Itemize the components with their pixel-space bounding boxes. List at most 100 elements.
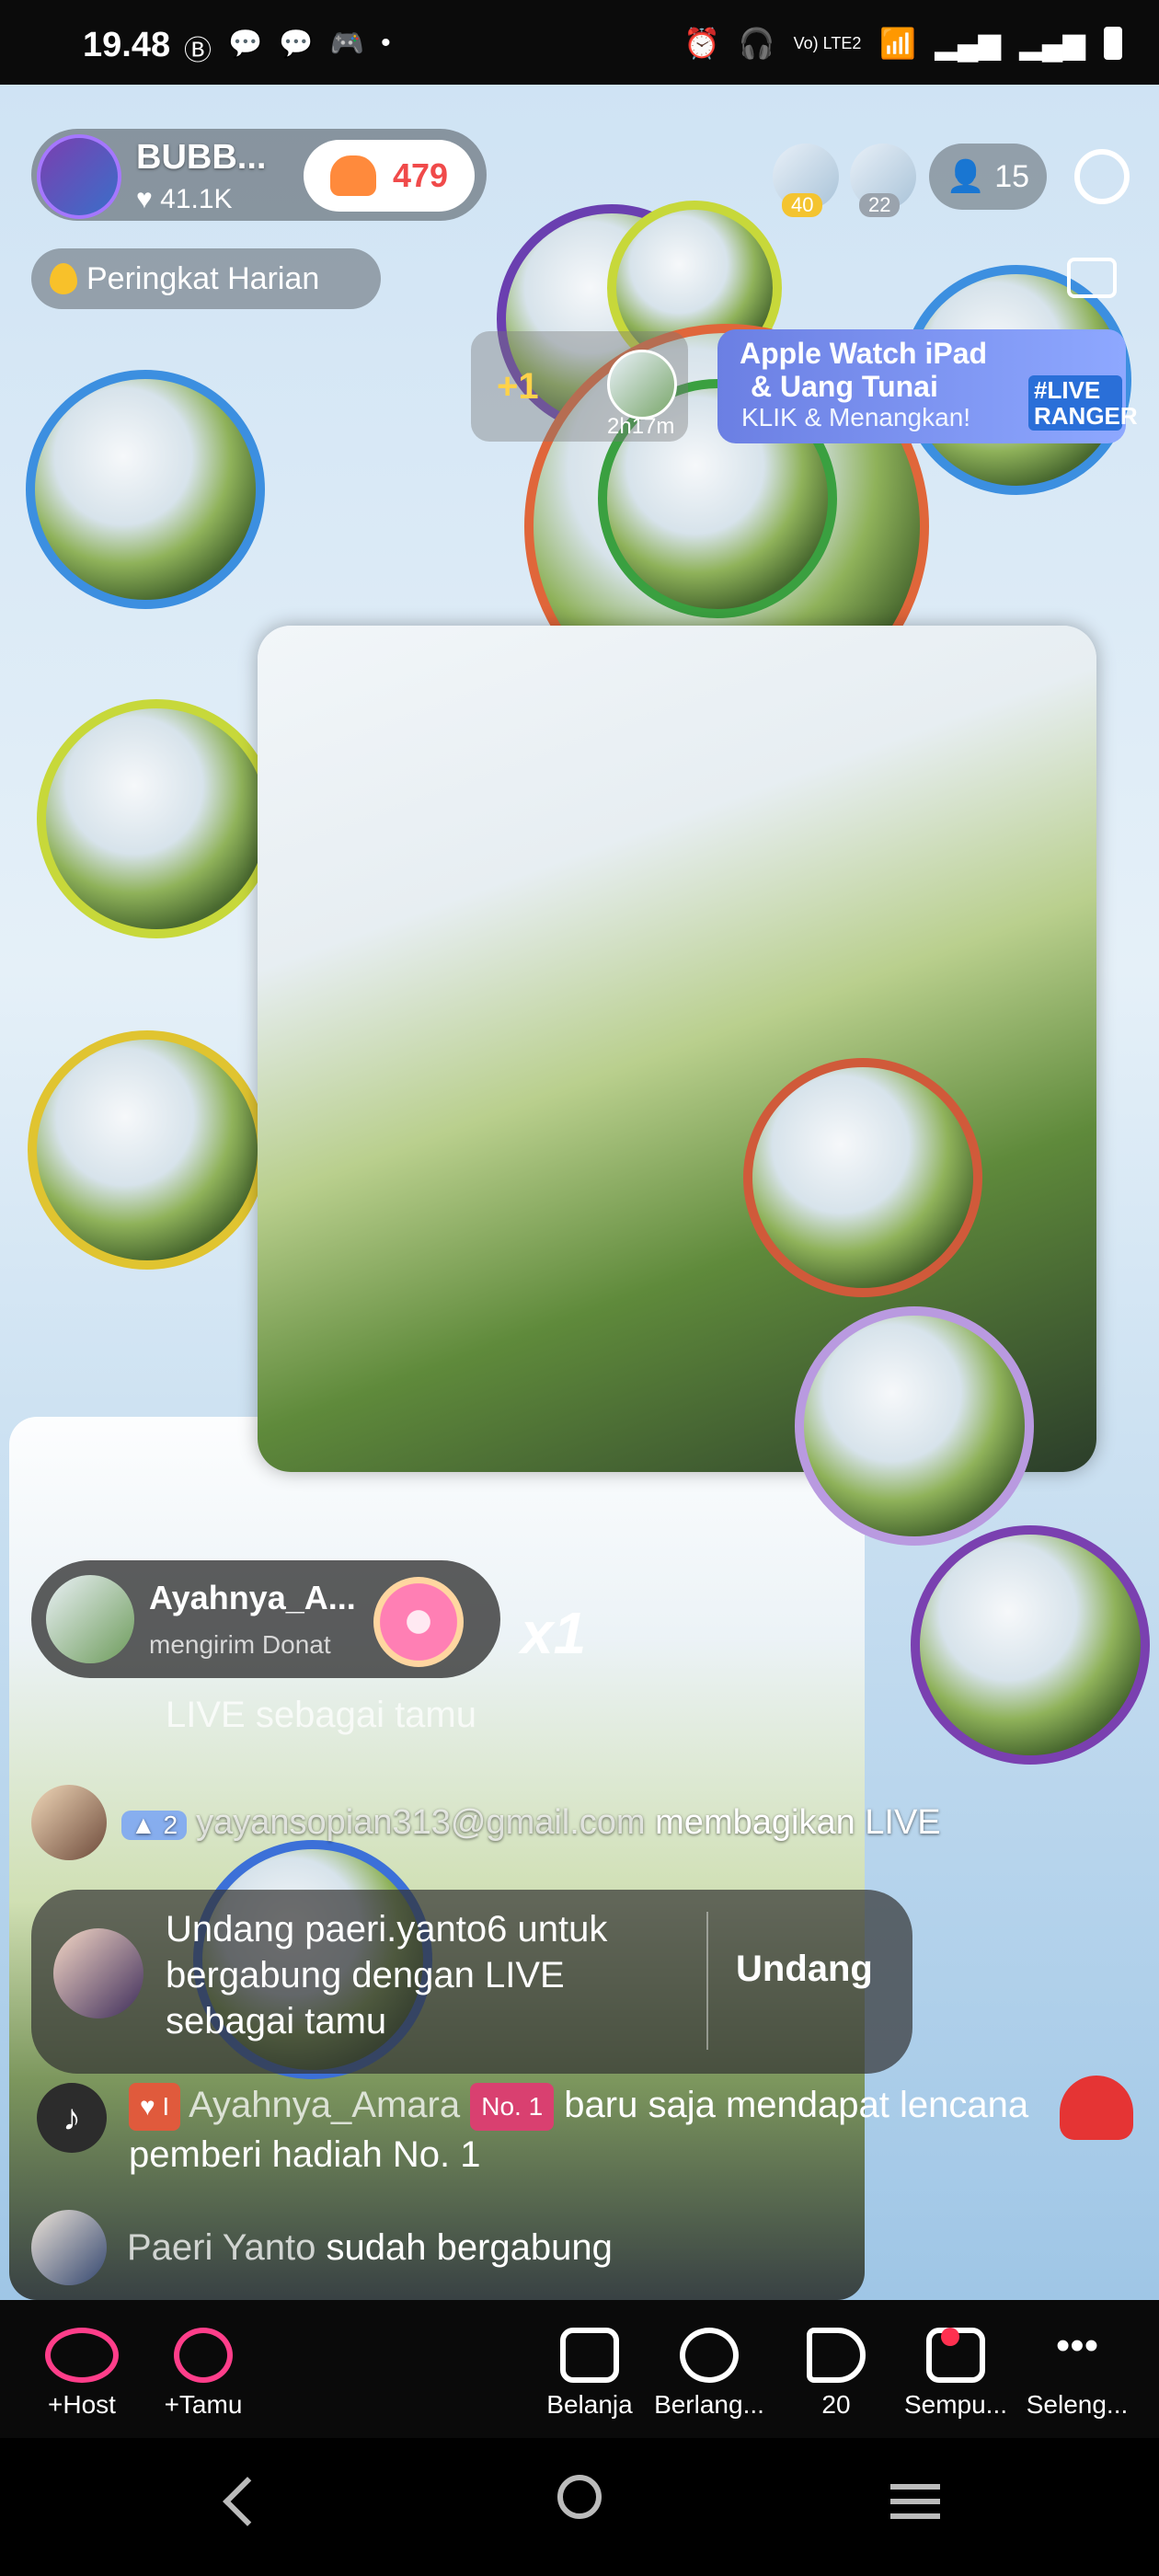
- like-button[interactable]: 479: [304, 140, 475, 212]
- headphones-icon: 🎧: [738, 27, 775, 60]
- tool-label: +Tamu: [164, 2390, 243, 2419]
- signal-icon: ▂▄▆: [1019, 27, 1085, 60]
- gift-notice-avatar[interactable]: [46, 1575, 134, 1663]
- viewer-avatar[interactable]: 22: [850, 144, 916, 217]
- person-icon: 👤: [946, 159, 986, 194]
- tool-label: Sempu...: [903, 2390, 1008, 2419]
- chat-username[interactable]: yayansopian313@gmail.com: [196, 1803, 646, 1842]
- volte-icon: Vo) LTE2: [793, 33, 862, 52]
- joined-text: Paeri Yanto sudah bergabung: [127, 2227, 613, 2269]
- photo-bubble: [26, 370, 265, 609]
- tool-label: Belanja: [546, 2390, 633, 2419]
- chat-avatar[interactable]: [31, 1785, 107, 1860]
- divider: [706, 1912, 708, 2050]
- host-likes-count: 41.1K: [160, 184, 233, 214]
- add-guest-button[interactable]: +Tamu: [143, 2328, 263, 2420]
- game-icon: 🎮: [329, 29, 365, 59]
- chat-message: ▲ 2 yayansopian313@gmail.com membagikan L…: [31, 1785, 941, 1860]
- donut-icon: [373, 1577, 464, 1667]
- home-icon[interactable]: [1067, 258, 1117, 298]
- invite-button[interactable]: Undang: [736, 1949, 873, 1990]
- signal-icon: ▂▄▆: [935, 27, 1002, 60]
- wifi-icon: 📶: [879, 27, 917, 60]
- share-count: 20: [821, 2390, 851, 2419]
- viewer-count: 15: [994, 158, 1030, 194]
- gift-plus: +1: [497, 366, 539, 407]
- alarm-icon: ⏰: [683, 27, 720, 60]
- chat-icon: 💬: [279, 29, 314, 59]
- viewer-rank-badge: 22: [859, 193, 901, 217]
- heart-icon: ♥: [136, 184, 153, 214]
- promo-line1: Apple Watch iPad: [740, 337, 988, 370]
- faded-chat-line: LIVE sebagai tamu: [166, 1695, 476, 1735]
- badge-event-text: ♥ I Ayahnya_Amara No. 1 baru saja mendap…: [129, 2081, 1049, 2179]
- shopping-bag-icon: [560, 2328, 619, 2383]
- status-left-icons: Ⓑ 💬 💬 🎮 •: [184, 28, 391, 68]
- host-name[interactable]: BUBB...: [136, 138, 266, 178]
- photo-bubble: [37, 699, 276, 938]
- battery-icon: [1104, 27, 1122, 60]
- more-dots-icon: •••: [1055, 2323, 1099, 2368]
- joined-message: Paeri Yanto sudah bergabung: [31, 2210, 613, 2285]
- host-avatar[interactable]: [37, 134, 121, 219]
- more-button[interactable]: ••• Seleng...: [1017, 2323, 1137, 2420]
- magic-wand-icon: [926, 2328, 985, 2383]
- people-icon: [174, 2328, 233, 2383]
- tool-label: Berlang...: [654, 2390, 764, 2419]
- dot-icon: •: [381, 28, 391, 58]
- status-time: 19.48: [83, 26, 171, 64]
- photo-bubble: [743, 1058, 982, 1297]
- flame-icon: [50, 263, 77, 294]
- ranking-label: Peringkat Harian: [86, 260, 320, 296]
- fan-badge: ♥ I: [129, 2083, 181, 2132]
- photo-bubble: [911, 1525, 1150, 1765]
- viewer-count-pill[interactable]: 👤 15: [929, 144, 1047, 210]
- joined-avatar[interactable]: [31, 2210, 107, 2285]
- joined-username[interactable]: Paeri Yanto: [127, 2227, 316, 2268]
- photo-bubble: [795, 1306, 1034, 1546]
- joined-body: sudah bergabung: [326, 2226, 613, 2268]
- live-ranger-badge: #LIVE RANGER: [1028, 375, 1138, 431]
- promo-line3: KLIK & Menangkan!: [741, 403, 971, 431]
- promo-line2: & Uang Tunai: [751, 370, 938, 403]
- viewer-rank-badge: 40: [782, 193, 823, 217]
- share-button[interactable]: 20: [776, 2328, 896, 2420]
- tool-label: +Host: [48, 2390, 116, 2419]
- status-right-icons: ⏰ 🎧 Vo) LTE2 📶 ▂▄▆ ▂▄▆: [683, 26, 1122, 61]
- badge-username[interactable]: Ayahnya_Amara: [189, 2085, 460, 2125]
- tiktok-icon: ♪: [37, 2083, 107, 2153]
- tool-label: Seleng...: [1026, 2390, 1129, 2419]
- photo-bubble: [28, 1030, 267, 1270]
- daily-ranking-pill[interactable]: Peringkat Harian: [31, 248, 381, 309]
- gift-sender-avatar[interactable]: [607, 350, 677, 420]
- add-host-button[interactable]: +Host: [22, 2328, 142, 2420]
- gift-notice-name: Ayahnya_A...: [149, 1579, 356, 1616]
- chat-text: ▲ 2 yayansopian313@gmail.com membagikan L…: [121, 1803, 941, 1843]
- gift-notice-action: mengirim Donat: [149, 1630, 331, 1659]
- heart-icon: [329, 155, 376, 196]
- subscribe-button[interactable]: Berlang...: [649, 2328, 769, 2420]
- invite-avatar[interactable]: [53, 1928, 143, 2018]
- recents-icon[interactable]: [890, 2484, 940, 2528]
- chat-icon: 💬: [228, 29, 263, 59]
- star-icon: [680, 2328, 739, 2383]
- host-likes: ♥ 41.1K: [136, 184, 233, 215]
- top-viewers[interactable]: 40 22: [773, 144, 916, 217]
- viewer-avatar[interactable]: 40: [773, 144, 839, 217]
- b-circle-icon: Ⓑ: [184, 36, 212, 66]
- like-count: 479: [392, 156, 449, 194]
- magic-button[interactable]: Sempu...: [896, 2328, 1016, 2420]
- power-icon[interactable]: [1074, 149, 1130, 204]
- shop-button[interactable]: Belanja: [530, 2328, 649, 2420]
- share-arrow-icon: [807, 2328, 866, 2383]
- notification-dot: [941, 2328, 959, 2346]
- home-circle-icon[interactable]: [557, 2475, 602, 2519]
- floating-heart-icon: [1060, 2076, 1133, 2140]
- status-bar: 19.48 Ⓑ 💬 💬 🎮 • ⏰ 🎧 Vo) LTE2 📶 ▂▄▆ ▂▄▆: [0, 0, 1159, 85]
- level-badge: ▲ 2: [121, 1810, 188, 1840]
- gift-timer: 2h17m: [607, 414, 675, 439]
- no1-badge: No. 1: [470, 2083, 555, 2132]
- invite-text: Undang paeri.yanto6 untuk bergabung deng…: [166, 1909, 608, 2041]
- gift-combo: x1: [521, 1600, 587, 1666]
- chat-body: membagikan LIVE: [655, 1802, 941, 1842]
